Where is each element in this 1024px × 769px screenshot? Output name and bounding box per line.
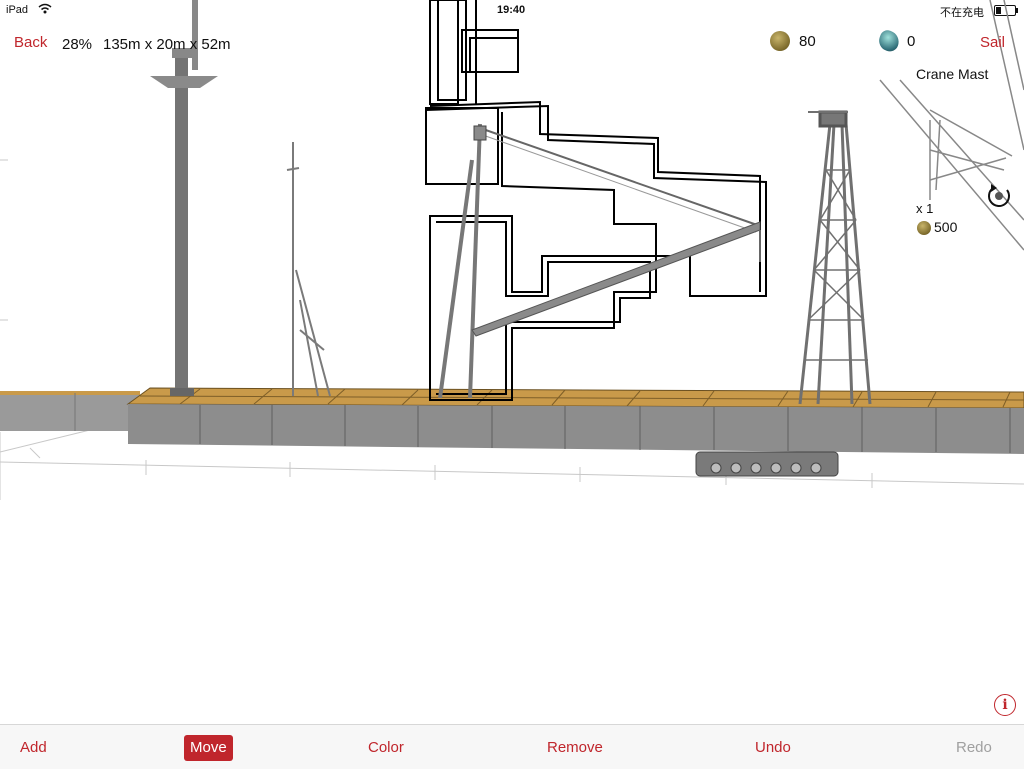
- undo-button[interactable]: Undo: [755, 735, 791, 761]
- coin-count: 80: [799, 33, 816, 50]
- rotate-icon[interactable]: [985, 182, 1013, 210]
- gem-count: 0: [907, 33, 916, 50]
- add-button[interactable]: Add: [20, 735, 47, 761]
- back-button[interactable]: Back: [14, 34, 47, 51]
- ship-hull: [128, 404, 1024, 454]
- ship-editor-viewport[interactable]: [0, 0, 1024, 724]
- coin-icon: [917, 221, 931, 235]
- coin-icon: [770, 31, 790, 51]
- info-button[interactable]: i: [994, 694, 1016, 716]
- selected-part-count: x 1: [916, 201, 934, 216]
- redo-button[interactable]: Redo: [956, 735, 992, 761]
- lattice-tower[interactable]: [798, 110, 872, 405]
- crawler-track-part[interactable]: [695, 451, 839, 477]
- bottom-toolbar: Add Move Color Remove Undo Redo: [0, 724, 1024, 769]
- remove-button[interactable]: Remove: [547, 735, 603, 761]
- hull-back-segment: [0, 391, 140, 431]
- sail-button[interactable]: Sail: [980, 34, 1005, 51]
- selected-part-name: Crane Mast: [916, 66, 989, 82]
- move-button[interactable]: Move: [184, 735, 233, 761]
- zoom-level: 28%: [62, 36, 93, 53]
- mast-tall[interactable]: [150, 0, 218, 396]
- ship-dimensions: 135m x 20m x 52m: [103, 36, 231, 53]
- selected-part-cost: 500: [934, 219, 958, 235]
- color-button[interactable]: Color: [368, 735, 404, 761]
- mast-thin[interactable]: [286, 142, 331, 397]
